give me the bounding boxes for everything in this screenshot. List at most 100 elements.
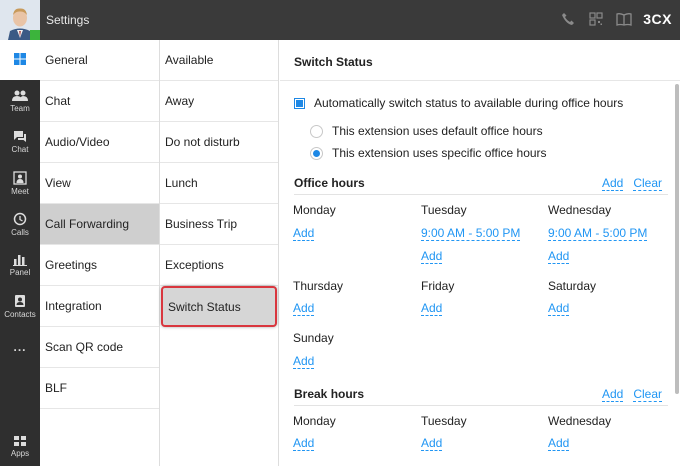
day-name: Sunday: [293, 331, 334, 345]
calls-history-icon: [13, 212, 27, 225]
nav-calls-label: Calls: [11, 227, 29, 237]
phone-icon[interactable]: [559, 10, 577, 28]
status-item-business-trip[interactable]: Business Trip: [160, 204, 278, 245]
day-name: Friday: [421, 279, 455, 293]
office-hours-add-button[interactable]: Add: [601, 176, 624, 191]
friday-add-link[interactable]: Add: [421, 301, 443, 316]
status-item-do-not-disturb[interactable]: Do not disturb: [160, 122, 278, 163]
break-hours-title: Break hours: [294, 387, 365, 401]
break-day-monday: Monday Add: [293, 414, 336, 451]
break-hours-add-button[interactable]: Add: [601, 387, 624, 402]
saturday-add-link[interactable]: Add: [548, 301, 570, 316]
office-hours-divider: [294, 194, 668, 195]
status-item-away[interactable]: Away: [160, 81, 278, 122]
break-hours-clear-button[interactable]: Clear: [633, 387, 662, 402]
day-name: Wednesday: [548, 414, 612, 428]
office-day-friday: Friday Add: [421, 279, 455, 316]
chat-icon: [14, 131, 26, 142]
radio-specific-hours[interactable]: [310, 146, 323, 160]
nav-chat[interactable]: Chat: [0, 122, 40, 162]
break-day-tuesday: Tuesday Add: [421, 414, 467, 451]
nav-meet-label: Meet: [11, 186, 29, 196]
radio-default-hours[interactable]: [310, 124, 323, 138]
settings-menu: General Chat Audio/Video View Call Forwa…: [40, 40, 160, 466]
menu-item-audio-video[interactable]: Audio/Video: [40, 122, 159, 163]
wednesday-time-slot[interactable]: 9:00 AM - 5:00 PM: [548, 226, 648, 241]
nav-apps-label: Apps: [10, 448, 30, 458]
contacts-icon: [15, 294, 25, 307]
nav-contacts[interactable]: Contacts: [0, 286, 40, 326]
windows-icon: [14, 53, 26, 65]
checkbox-checked-mark: [296, 99, 303, 107]
nav-calls[interactable]: Calls: [0, 204, 40, 244]
wednesday-add-link[interactable]: Add: [548, 249, 570, 264]
office-day-wednesday: Wednesday 9:00 AM - 5:00 PM Add: [548, 203, 648, 264]
monday-add-link[interactable]: Add: [293, 226, 315, 241]
tuesday-add-link[interactable]: Add: [421, 249, 443, 264]
menu-item-view[interactable]: View: [40, 163, 159, 204]
tuesday-time-slot[interactable]: 9:00 AM - 5:00 PM: [421, 226, 521, 241]
nav-contacts-label: Contacts: [4, 309, 36, 319]
menu-item-blf[interactable]: BLF: [40, 368, 159, 409]
avatar[interactable]: [0, 0, 40, 40]
auto-switch-checkbox[interactable]: [294, 97, 305, 109]
radio-specific-label: This extension uses specific office hour…: [332, 146, 547, 160]
auto-switch-label: Automatically switch status to available…: [314, 96, 624, 110]
office-hours-clear-button[interactable]: Clear: [633, 176, 662, 191]
nav-panel[interactable]: Panel: [0, 245, 40, 285]
status-item-exceptions[interactable]: Exceptions: [160, 245, 278, 286]
office-hours-title: Office hours: [294, 176, 365, 190]
panel-chart-icon: [13, 255, 27, 266]
office-day-monday: Monday Add: [293, 203, 336, 241]
page-title: Settings: [46, 13, 90, 27]
nav-team-label: Team: [10, 103, 30, 113]
radio-default-option[interactable]: This extension uses default office hours: [310, 124, 543, 138]
auto-switch-option[interactable]: Automatically switch status to available…: [294, 96, 623, 110]
sunday-add-link[interactable]: Add: [293, 354, 315, 369]
presence-status-indicator: [30, 30, 40, 40]
nav-apps[interactable]: Apps: [0, 426, 40, 466]
office-day-thursday: Thursday Add: [293, 279, 344, 316]
office-day-tuesday: Tuesday 9:00 AM - 5:00 PM Add: [421, 203, 521, 264]
menu-item-integration[interactable]: Integration: [40, 286, 159, 327]
status-item-switch-status[interactable]: Switch Status: [161, 286, 277, 327]
day-name: Monday: [293, 414, 336, 428]
left-nav: Team Chat Meet Calls Panel Contacts ... …: [0, 40, 40, 466]
break-hours-divider: [294, 405, 668, 406]
menu-item-call-forwarding[interactable]: Call Forwarding: [40, 204, 159, 245]
nav-panel-label: Panel: [9, 268, 31, 277]
radio-specific-option[interactable]: This extension uses specific office hour…: [310, 146, 547, 160]
nav-windows[interactable]: [0, 40, 40, 80]
qr-code-icon[interactable]: [587, 10, 605, 28]
apps-icon: [14, 435, 26, 446]
nav-team[interactable]: Team: [0, 81, 40, 121]
nav-more-button[interactable]: ...: [0, 327, 40, 367]
office-day-sunday: Sunday Add: [293, 331, 334, 369]
menu-item-greetings[interactable]: Greetings: [40, 245, 159, 286]
scrollbar[interactable]: [675, 84, 679, 394]
day-name: Wednesday: [548, 203, 612, 217]
day-name: Monday: [293, 203, 336, 217]
menu-item-general[interactable]: General: [40, 40, 159, 81]
book-icon[interactable]: [615, 10, 633, 28]
day-name: Saturday: [548, 279, 597, 293]
break-monday-add-link[interactable]: Add: [293, 436, 315, 451]
break-tuesday-add-link[interactable]: Add: [421, 436, 443, 451]
day-name: Tuesday: [421, 203, 467, 217]
brand-logo: 3CX: [643, 11, 672, 27]
thursday-add-link[interactable]: Add: [293, 301, 315, 316]
radio-default-label: This extension uses default office hours: [332, 124, 543, 138]
status-item-available[interactable]: Available: [160, 40, 278, 81]
office-day-saturday: Saturday Add: [548, 279, 597, 316]
nav-meet[interactable]: Meet: [0, 163, 40, 203]
menu-item-chat[interactable]: Chat: [40, 81, 159, 122]
nav-chat-label: Chat: [11, 145, 29, 154]
menu-item-scan-qr-code[interactable]: Scan QR code: [40, 327, 159, 368]
day-name: Thursday: [293, 279, 344, 293]
switch-status-panel: Switch Status Automatically switch statu…: [280, 40, 680, 466]
meet-icon: [13, 170, 27, 185]
top-bar: Settings 3CX: [0, 0, 680, 40]
status-item-lunch[interactable]: Lunch: [160, 163, 278, 204]
break-day-wednesday: Wednesday Add: [548, 414, 612, 451]
break-wednesday-add-link[interactable]: Add: [548, 436, 570, 451]
